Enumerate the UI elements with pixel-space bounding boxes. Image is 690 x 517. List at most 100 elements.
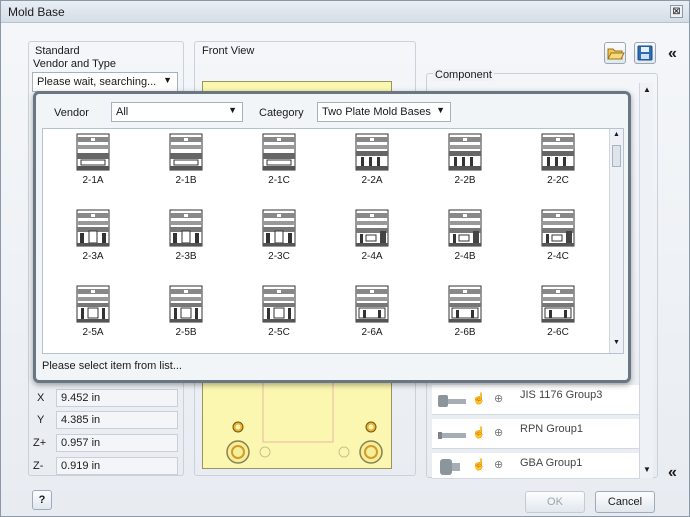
category-label: Category [259,107,304,119]
coord-zplus-field[interactable]: 0.957 in [56,434,178,452]
mold-plate-drawing [226,381,383,464]
component-name: JIS 1176 Group3 [520,389,603,401]
pin-icon [438,432,466,439]
mold-base-caption: 2-5C [268,327,290,338]
mold-base-caption: 2-2C [547,175,569,186]
mold-base-thumbnail [435,209,495,247]
vendor-value: All [116,106,129,118]
status-text: Please select item from list... [42,360,182,372]
collapse-icon-bottom[interactable]: « [668,464,677,482]
mold-base-item-2-3c[interactable]: 2-3C [249,209,309,262]
mold-base-thumbnail [528,133,588,171]
mold-base-item-2-6c[interactable]: 2-6C [528,285,588,338]
mold-base-caption: 2-6C [547,327,569,338]
save-icon [637,45,653,61]
mold-base-item-2-1a[interactable]: 2-1A [63,133,123,186]
mold-base-grid: 2-1A 2-1B 2-1C 2-2A 2-2B 2-2C 2-3A 2-3B 2-3C 2-4A… [42,128,624,354]
coord-y-field[interactable]: 4.385 in [56,411,178,429]
vendor-type-label: Vendor and Type [33,58,116,70]
mold-base-item-2-5c[interactable]: 2-5C [249,285,309,338]
cancel-button[interactable]: Cancel [595,491,655,513]
mold-base-thumbnail [63,133,123,171]
mold-base-item-2-1c[interactable]: 2-1C [249,133,309,186]
mold-base-item-2-4a[interactable]: 2-4A [342,209,402,262]
mold-base-item-2-6a[interactable]: 2-6A [342,285,402,338]
mold-base-item-2-6b[interactable]: 2-6B [435,285,495,338]
vendor-type-value: Please wait, searching... [37,76,157,88]
scroll-thumb[interactable] [612,145,621,167]
mold-base-thumbnail [156,209,216,247]
mold-base-thumbnail [342,285,402,323]
mold-base-thumbnail [63,285,123,323]
mold-base-item-2-3b[interactable]: 2-3B [156,209,216,262]
mold-base-item-2-2c[interactable]: 2-2C [528,133,588,186]
mold-base-thumbnail [63,209,123,247]
mold-base-caption: 2-4B [454,251,476,262]
mold-base-item-2-2a[interactable]: 2-2A [342,133,402,186]
coord-zplus-label: Z+ [33,437,47,449]
open-button[interactable] [604,42,626,64]
mold-base-caption: 2-2A [361,175,383,186]
coord-x-label: X [37,392,45,404]
mold-base-caption: 2-1B [175,175,197,186]
mold-base-item-2-4b[interactable]: 2-4B [435,209,495,262]
mold-base-caption: 2-6B [454,327,476,338]
mold-base-item-2-2b[interactable]: 2-2B [435,133,495,186]
mold-base-caption: 2-4A [361,251,383,262]
chevron-down-icon: ▼ [228,105,237,115]
move-icon[interactable]: ⊕ [494,392,503,405]
component-row[interactable]: ☝ ⊕ JIS 1176 Group3 [432,385,640,415]
scroll-down-icon[interactable]: ▼ [643,465,651,474]
help-button[interactable]: ? [32,490,52,510]
coord-zminus-label: Z- [33,460,44,472]
standard-label: Standard [35,45,80,57]
window-title: Mold Base [8,5,65,19]
ok-button[interactable]: OK [525,491,585,513]
component-name: RPN Group1 [520,423,583,435]
front-view-label: Front View [202,45,255,57]
title-bar[interactable]: Mold Base ⊠ [1,1,689,23]
mold-base-item-2-1b[interactable]: 2-1B [156,133,216,186]
scroll-down-icon[interactable]: ▼ [613,339,620,346]
mold-base-thumbnail [528,285,588,323]
mold-base-caption: 2-4C [547,251,569,262]
hand-icon[interactable]: ☝ [472,426,486,439]
mold-base-thumbnail [342,209,402,247]
bushing-icon [440,459,460,475]
scroll-up-icon[interactable]: ▲ [613,131,620,138]
mold-base-caption: 2-6A [361,327,383,338]
scroll-up-icon[interactable]: ▲ [643,85,651,94]
collapse-icon[interactable]: « [668,45,677,63]
mold-base-selector-popup: Vendor All ▼ Category Two Plate Mold Bas… [33,91,631,383]
mold-base-caption: 2-3C [268,251,290,262]
grid-scrollbar[interactable]: ▲ ▼ [609,129,623,353]
vendor-select[interactable]: All ▼ [111,102,243,122]
move-icon[interactable]: ⊕ [494,426,503,439]
mold-base-thumbnail [156,133,216,171]
mold-base-thumbnail [342,133,402,171]
screw-icon [438,395,466,407]
front-view-preview [202,381,392,469]
mold-base-item-2-3a[interactable]: 2-3A [63,209,123,262]
mold-base-item-2-5a[interactable]: 2-5A [63,285,123,338]
coord-zminus-field[interactable]: 0.919 in [56,457,178,475]
component-row[interactable]: ☝ ⊕ RPN Group1 [432,419,640,449]
component-row[interactable]: ☝ ⊕ GBA Group1 [432,453,640,479]
mold-base-item-2-4c[interactable]: 2-4C [528,209,588,262]
coord-y-value: 4.385 in [61,414,101,426]
category-select[interactable]: Two Plate Mold Bases ▼ [317,102,451,122]
hand-icon[interactable]: ☝ [472,392,486,405]
mold-base-item-2-5b[interactable]: 2-5B [156,285,216,338]
cancel-label: Cancel [607,496,643,508]
vendor-type-select[interactable]: Please wait, searching... ▼ [32,72,178,92]
mold-base-caption: 2-2B [454,175,476,186]
mold-base-window: Mold Base ⊠ Standard Vendor and Type Ple… [0,0,690,517]
component-scrollbar[interactable]: ▲ ▼ [639,83,653,478]
save-button[interactable] [634,42,656,64]
chevron-down-icon: ▼ [436,105,445,115]
close-icon[interactable]: ⊠ [670,5,683,18]
folder-open-icon [607,48,625,60]
coord-x-field[interactable]: 9.452 in [56,389,178,407]
hand-icon[interactable]: ☝ [472,458,486,471]
move-icon[interactable]: ⊕ [494,458,503,471]
